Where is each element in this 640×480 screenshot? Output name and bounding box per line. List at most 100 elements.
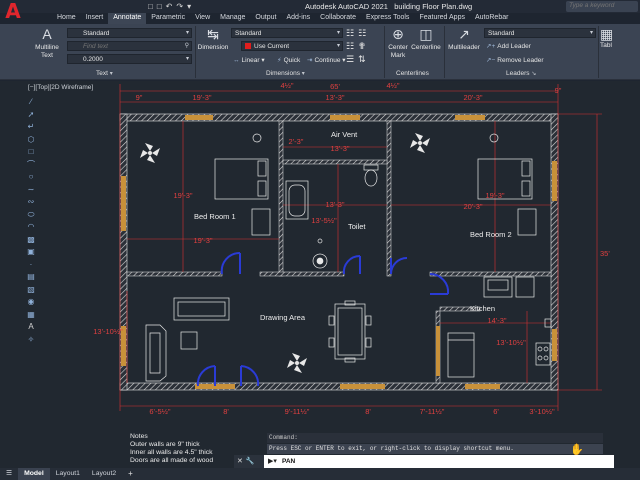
note-line: Doors are all made of wood: [130, 457, 214, 464]
multiline-text-button[interactable]: A Multiline Text: [30, 26, 64, 60]
dim-bottom-2: 9'-11½": [285, 407, 310, 416]
tab-parametric[interactable]: Parametric: [146, 13, 190, 24]
window-title: Autodesk AutoCAD 2021 building Floor Pla…: [305, 2, 472, 11]
layout-tabs: ☰ Model Layout1 Layout2 +: [0, 468, 640, 480]
room-kitchen: Kitchen: [470, 304, 495, 313]
search-input[interactable]: [569, 2, 635, 9]
dim-style-select[interactable]: Standard ▾: [231, 28, 343, 38]
dim-top-0: 9": [136, 93, 143, 102]
remove-leader-button[interactable]: ↗− Remove Leader: [486, 56, 544, 64]
multiline-text-label: Multiline Text: [35, 44, 59, 59]
chevron-down-icon: ▾: [589, 30, 593, 36]
dim-top-6: 9": [555, 86, 562, 95]
command-line-controls[interactable]: ✕🔧: [234, 455, 264, 468]
dim-style-value: Standard: [235, 30, 262, 37]
search-box[interactable]: [566, 1, 638, 12]
dim-top-5: 20'-3": [463, 93, 482, 102]
dimension-lines: [119, 84, 602, 411]
tab-model[interactable]: Model: [18, 468, 50, 480]
tab-view[interactable]: View: [190, 13, 215, 24]
fan-1-icon: [140, 143, 160, 163]
dim-top-4: 4½": [386, 81, 399, 90]
tab-home[interactable]: Home: [52, 13, 81, 24]
notes-heading: Notes: [130, 433, 148, 440]
tab-layout1[interactable]: Layout1: [50, 468, 86, 480]
floor-drain-center: [316, 257, 324, 265]
dim-overall-width: 65': [330, 82, 340, 91]
close-icon[interactable]: ✕: [237, 458, 246, 465]
tab-manage[interactable]: Manage: [215, 13, 250, 24]
dimensions-panel-label[interactable]: Dimensions ▾: [266, 70, 305, 77]
dim-br2-height: 19'-3": [485, 191, 504, 200]
bed-1: [214, 158, 269, 200]
dim-tools-row-3[interactable]: ☰⇅: [346, 54, 370, 65]
find-text-field[interactable]: ⚲: [67, 41, 192, 51]
tab-autorebar[interactable]: AutoRebar: [470, 13, 513, 24]
ceiling-fans: [140, 133, 430, 373]
search-icon[interactable]: ⚲: [185, 42, 189, 50]
text-panel-title: Text: [96, 70, 108, 77]
wrench-icon[interactable]: 🔧: [246, 458, 258, 465]
dimension-button[interactable]: ↹ Dimension: [197, 26, 229, 52]
dim-tools-row-2[interactable]: ☷✟: [346, 41, 370, 52]
dim-vent-w1: 2'-3": [289, 137, 304, 146]
dim-bottom-3: 8': [365, 407, 371, 416]
center-mark-icon: ⊕: [392, 26, 404, 42]
light-2: [489, 133, 499, 143]
center-mark-button[interactable]: ⊕ Center Mark: [386, 26, 410, 60]
dim-vent-w2: 13'-3": [330, 144, 349, 153]
tab-add-ins[interactable]: Add-ins: [281, 13, 315, 24]
dim-br1-height: 19'-3": [173, 191, 192, 200]
continue-button[interactable]: ⇥ Continue ▾: [307, 56, 346, 64]
tab-collaborate[interactable]: Collaborate: [315, 13, 361, 24]
armchair: [145, 324, 167, 382]
centerline-button[interactable]: ◫ Centerline: [410, 26, 442, 52]
autocad-logo[interactable]: A: [2, 0, 24, 24]
command-recent-icon[interactable]: ▶▾: [268, 457, 277, 465]
furniture: [145, 133, 552, 382]
ribbon-panel: A Multiline Text Standard ▾ ⚲ 0.2000 ▾ Tex…: [0, 24, 640, 80]
tab-express-tools[interactable]: Express Tools: [361, 13, 414, 24]
note-line: Outer walls are 9" thick: [130, 441, 200, 448]
add-layout-icon[interactable]: +: [122, 468, 139, 480]
hand-pan-cursor-icon: ✋: [570, 444, 584, 456]
dim-tools-row-1[interactable]: ☷☷: [346, 28, 370, 39]
linear-button[interactable]: ↔ Linear ▾: [233, 56, 265, 64]
centerline-label: Centerline: [411, 44, 441, 51]
center-mark-label: Center Mark: [388, 44, 408, 59]
sink: [483, 276, 535, 298]
dim-bottom-6: 3'-10½": [529, 407, 555, 416]
quick-access-toolbar[interactable]: □□↶↷▾: [148, 2, 195, 11]
find-text-input[interactable]: [83, 43, 191, 50]
tab-annotate[interactable]: Annotate: [108, 13, 147, 24]
tab-insert[interactable]: Insert: [81, 13, 109, 24]
remove-leader-icon: ↗−: [486, 57, 496, 64]
add-leader-button[interactable]: ↗+ Add Leader: [486, 42, 531, 50]
command-history-label: Command:: [267, 433, 603, 443]
inner-walls: [126, 120, 552, 384]
wardrobe-1: [251, 208, 271, 236]
command-line[interactable]: ✕🔧 ▶▾: [234, 455, 614, 468]
dim-layer-select[interactable]: Use Current ▾: [241, 41, 343, 51]
multileader-button[interactable]: ↗ Multileader: [446, 26, 482, 52]
dimension-icon: ↹: [207, 26, 219, 42]
leaders-panel-label[interactable]: Leaders ↘: [506, 70, 536, 77]
toilet-seat: [363, 164, 379, 187]
text-height-field[interactable]: 0.2000 ▾: [67, 54, 192, 64]
floor-plan-drawing[interactable]: 65' 9" 19'-3" 4½" 13'-3" 4½" 20'-3" 9" 6…: [0, 81, 640, 468]
linear-dim-icon: ↔: [233, 57, 240, 64]
wardrobe-2: [517, 208, 537, 236]
table-button[interactable]: ▦ Tabl: [600, 26, 640, 50]
add-leader-label: Add Leader: [497, 43, 531, 50]
outer-walls: [119, 113, 559, 391]
text-panel-label[interactable]: Text ▾: [96, 70, 113, 77]
tab-layout2[interactable]: Layout2: [86, 468, 122, 480]
text-style-select[interactable]: Standard ▾: [67, 28, 192, 38]
continue-label: Continue: [314, 57, 341, 64]
tab-featured-apps[interactable]: Featured Apps: [414, 13, 470, 24]
command-input[interactable]: [282, 456, 602, 467]
layout-menu-icon[interactable]: ☰: [0, 468, 18, 480]
quick-button[interactable]: ⚡ Quick: [277, 56, 300, 64]
leader-style-select[interactable]: Standard ▾: [484, 28, 596, 38]
tab-output[interactable]: Output: [250, 13, 281, 24]
